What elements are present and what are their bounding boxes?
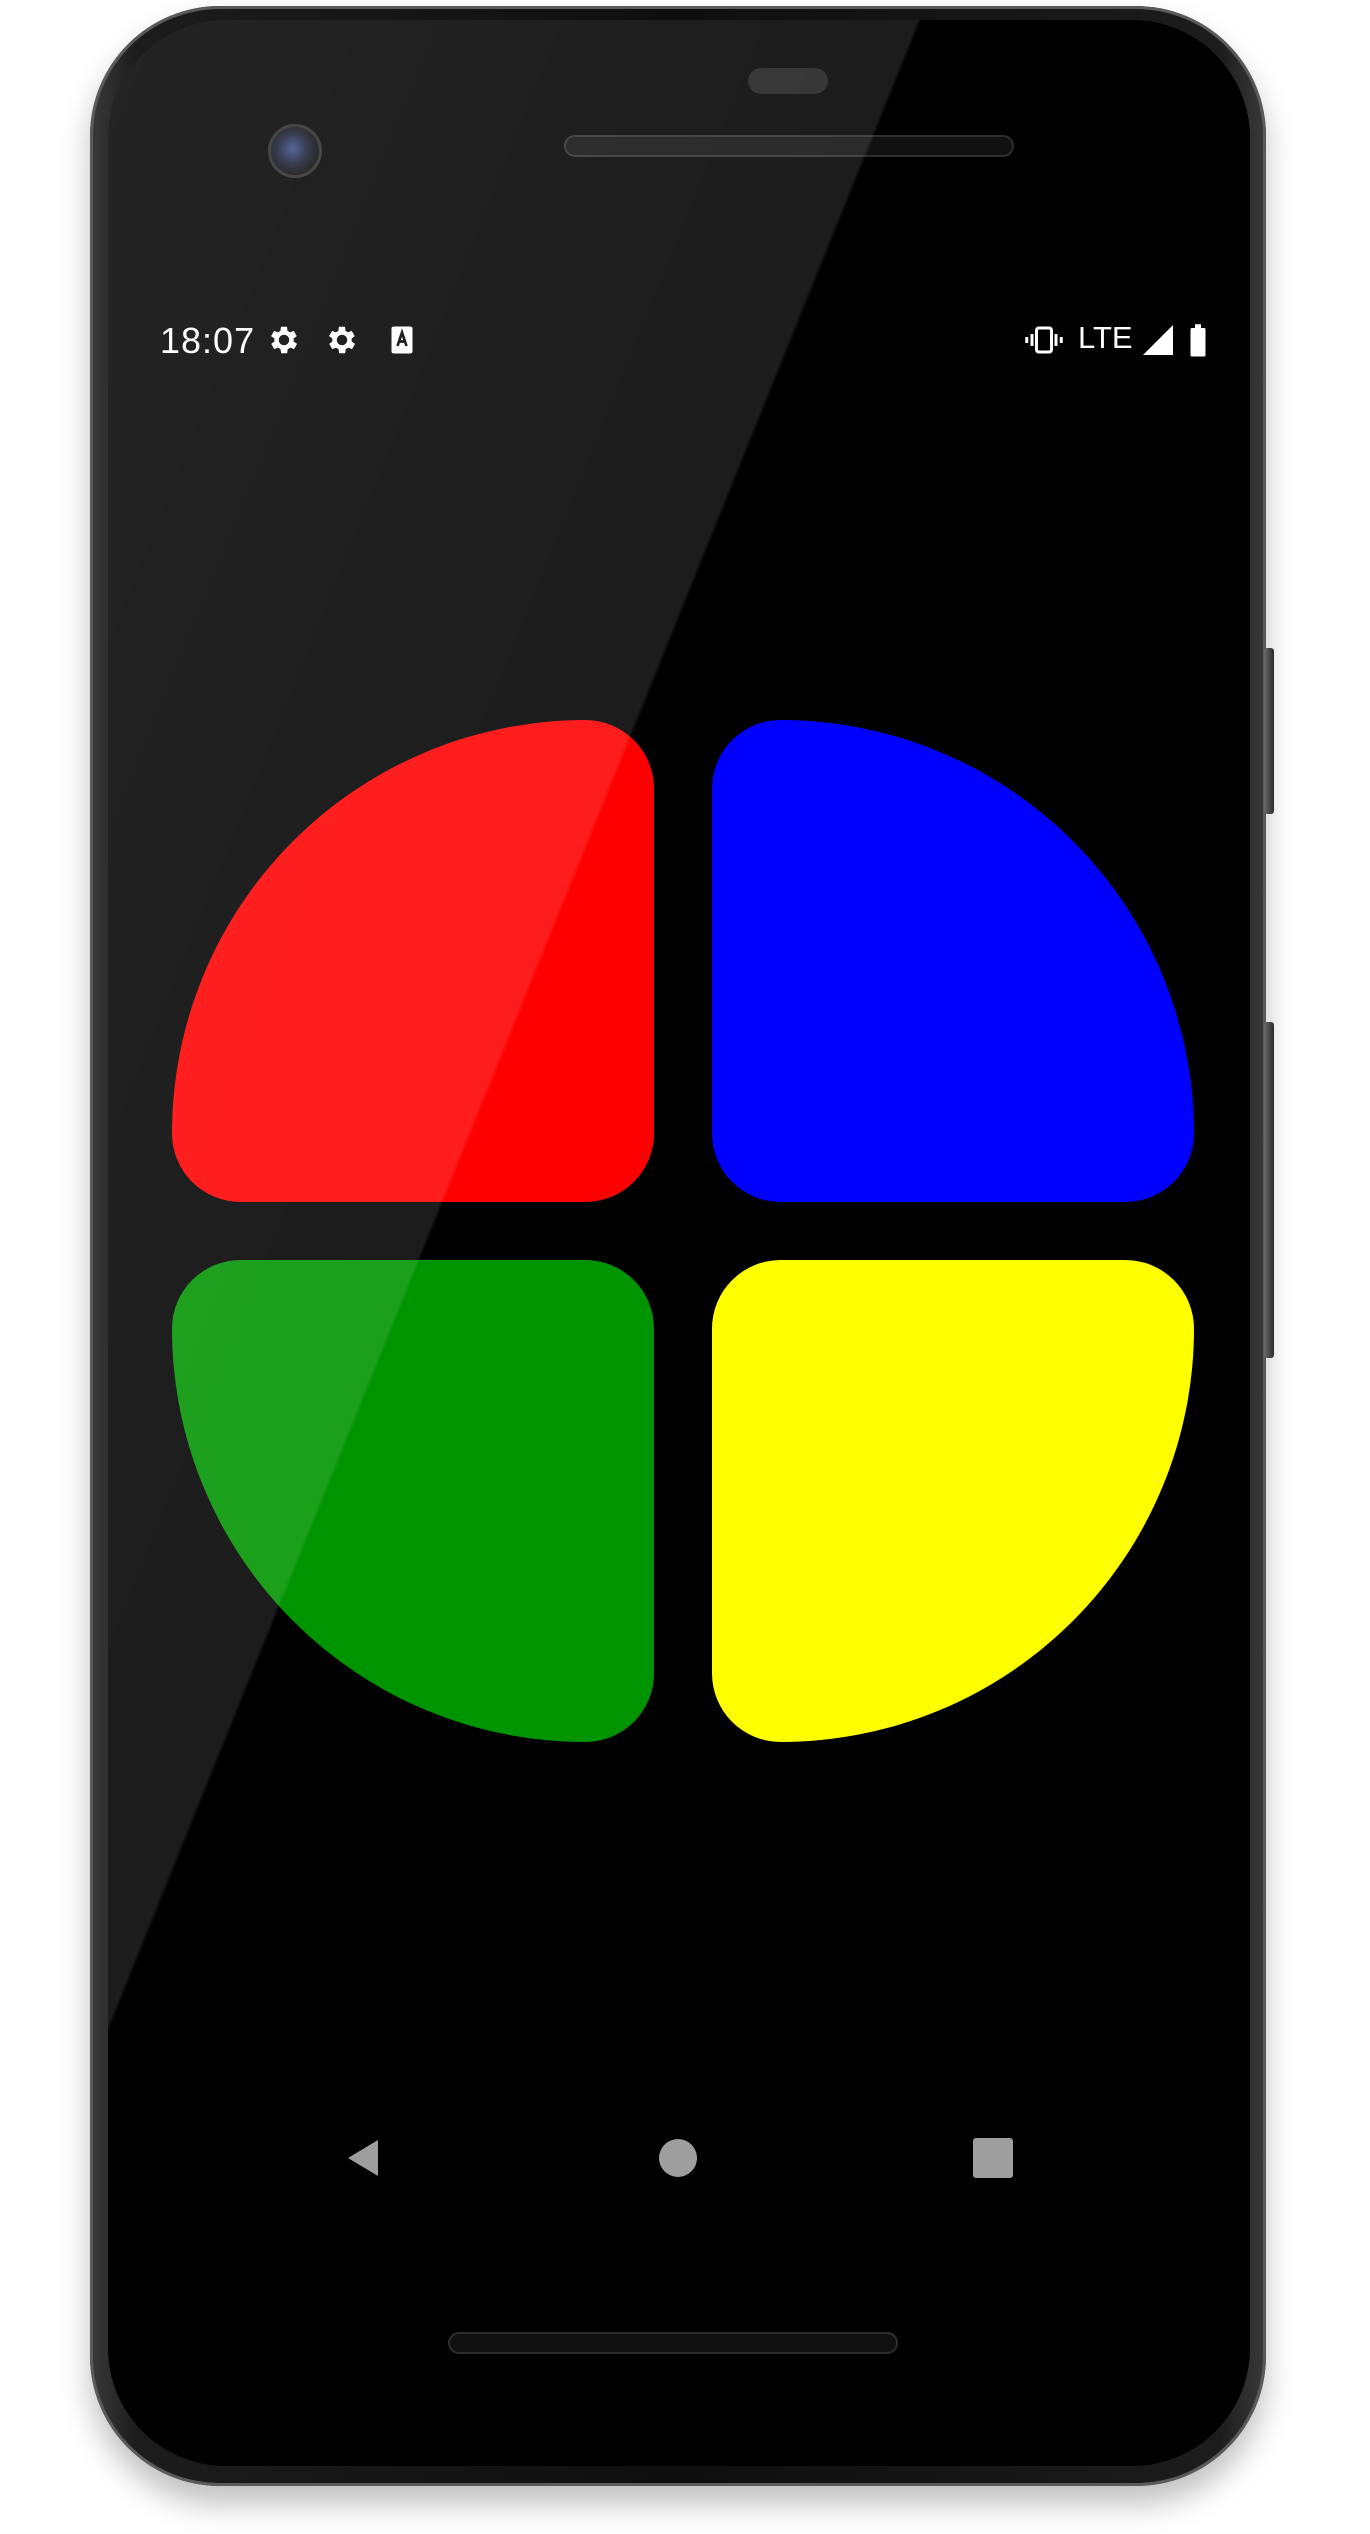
green-pad-button[interactable]	[172, 1260, 654, 1742]
keyboard-indicator-icon	[391, 326, 413, 354]
bottom-speaker	[448, 2332, 898, 2354]
settings-icon	[329, 326, 356, 354]
volume-button	[1264, 1022, 1274, 1358]
front-camera	[268, 124, 322, 178]
vibrate-icon	[1025, 326, 1063, 354]
signal-icon	[1143, 325, 1173, 355]
earpiece-speaker	[564, 135, 1014, 157]
blue-pad-button[interactable]	[712, 720, 1194, 1202]
phone-screen: 18:07 LTE	[108, 20, 1250, 2466]
yellow-pad-button[interactable]	[712, 1260, 1194, 1742]
settings-icon	[271, 326, 298, 354]
status-bar: 18:07 LTE	[148, 310, 1210, 370]
home-icon[interactable]	[648, 2128, 708, 2188]
power-button	[1264, 648, 1274, 814]
back-icon[interactable]	[334, 2128, 394, 2188]
proximity-sensor	[748, 68, 828, 94]
screen-glare	[108, 20, 1250, 2466]
network-type-label: LTE	[1078, 320, 1133, 355]
status-time: 18:07	[160, 320, 256, 361]
device-mockup: 18:07 LTE	[0, 0, 1370, 2534]
battery-icon	[1190, 324, 1206, 357]
red-pad-button[interactable]	[172, 720, 654, 1202]
recents-icon[interactable]	[963, 2128, 1023, 2188]
